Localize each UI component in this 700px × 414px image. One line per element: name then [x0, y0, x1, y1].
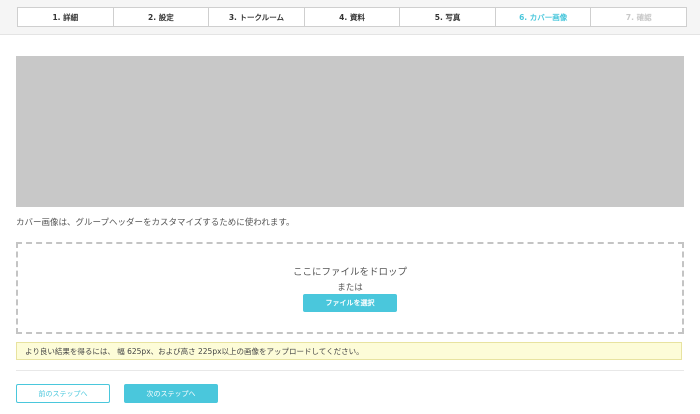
step-tab-details[interactable]: 1. 詳細 — [18, 8, 114, 26]
step-tab-settings[interactable]: 2. 設定 — [114, 8, 210, 26]
step-tab-cover-image[interactable]: 6. カバー画像 — [496, 8, 592, 26]
next-step-button[interactable]: 次のステップへ — [124, 384, 218, 403]
step-tab-photos[interactable]: 5. 写真 — [400, 8, 496, 26]
dropzone-drop-text: ここにファイルをドロップ — [292, 267, 407, 278]
image-size-notice: より良い結果を得るには、 幅 625px、および高さ 225px以上の画像をアッ… — [16, 342, 682, 360]
step-bar: 1. 詳細 2. 設定 3. トークルーム 4. 資料 5. 写真 6. カバー… — [0, 0, 700, 35]
step-tab-materials[interactable]: 4. 資料 — [305, 8, 401, 26]
select-file-button[interactable]: ファイルを選択 — [303, 294, 397, 312]
notice-text: より良い結果を得るには、 幅 625px、および高さ 225px以上の画像をアッ… — [25, 346, 364, 356]
cover-image-preview — [16, 56, 684, 207]
divider — [16, 370, 684, 371]
dropzone-or-text: または — [337, 283, 363, 293]
file-dropzone[interactable]: ここにファイルをドロップ または ファイルを選択 — [16, 242, 684, 334]
step-tab-talkroom[interactable]: 3. トークルーム — [209, 8, 305, 26]
cover-description: カバー画像は、グループヘッダーをカスタマイズするために使われます。 — [16, 218, 295, 228]
step-tab-confirm: 7. 確認 — [625, 12, 652, 22]
previous-step-button[interactable]: 前のステップへ — [16, 384, 110, 403]
step-tabs: 1. 詳細 2. 設定 3. トークルーム 4. 資料 5. 写真 6. カバー… — [17, 7, 687, 27]
